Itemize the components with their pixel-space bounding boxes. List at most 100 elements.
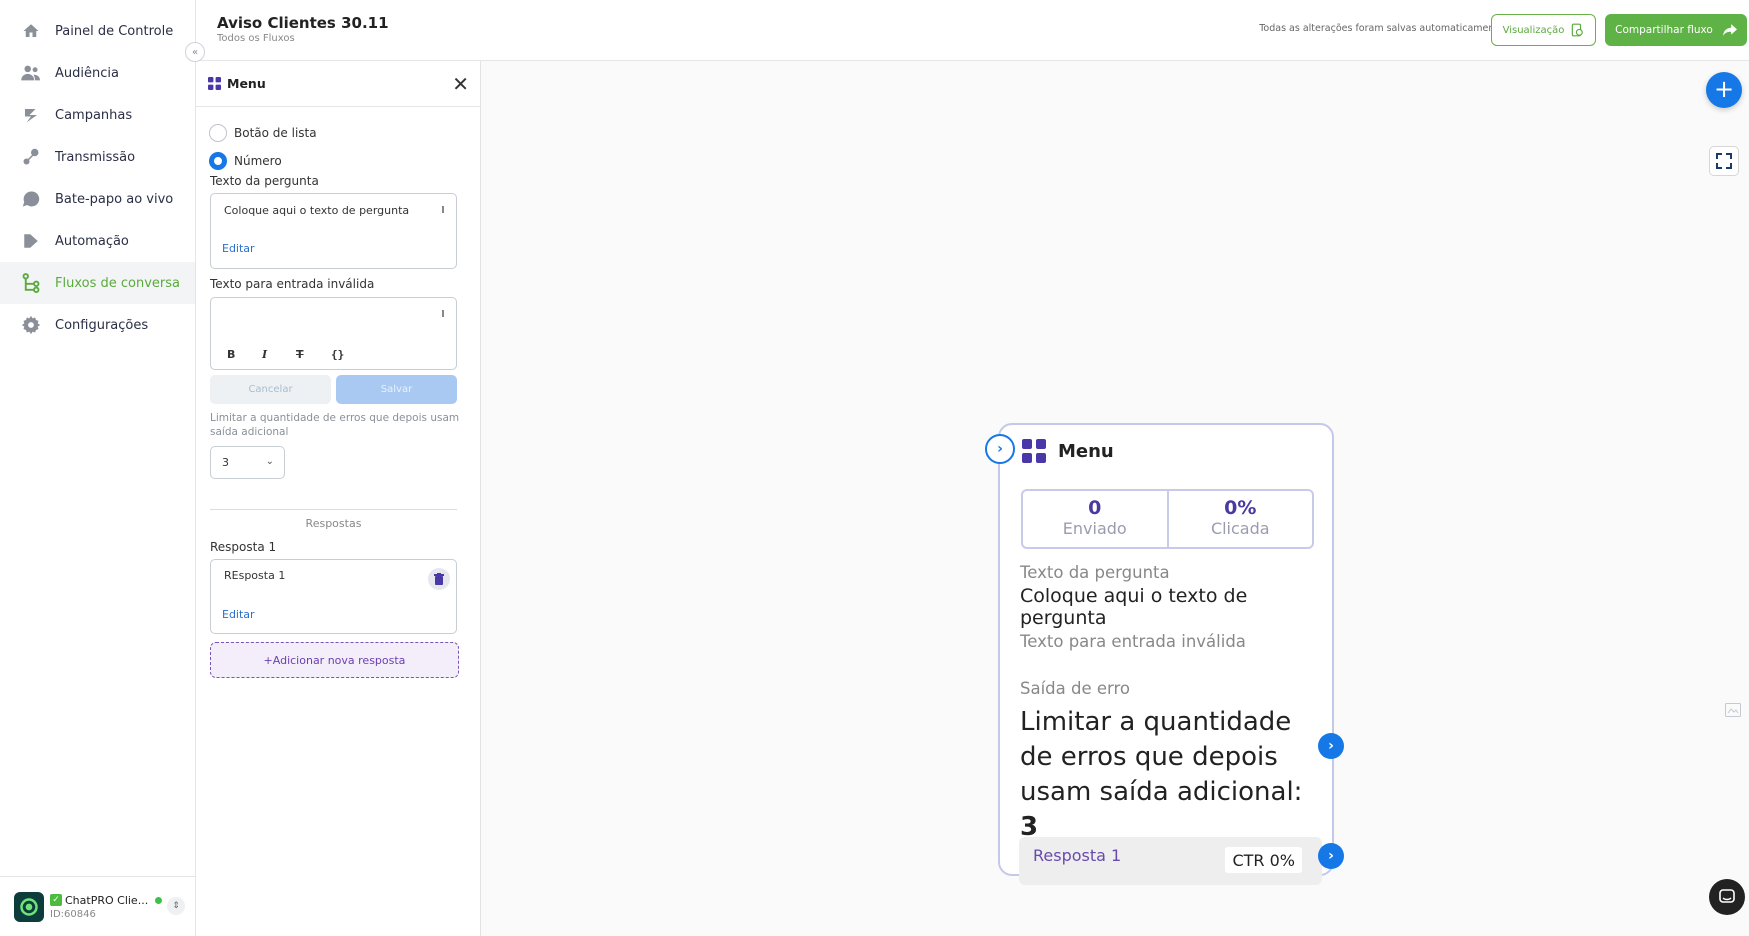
node-input-connector[interactable]: ›: [985, 434, 1015, 464]
chat-bubble-icon: [20, 188, 42, 210]
breadcrumb[interactable]: Todos os Fluxos: [217, 33, 295, 44]
chat-icon: [1719, 889, 1735, 903]
sidebar-item-automation[interactable]: Automação: [0, 220, 195, 262]
menu-node-card[interactable]: › Menu 0 Enviado 0% Clicada Texto da per…: [985, 423, 1344, 885]
response-output-connector[interactable]: ›: [1318, 843, 1344, 869]
broadcast-icon: [20, 146, 42, 168]
users-icon: [20, 62, 42, 84]
error-limit-value: 3: [222, 456, 229, 469]
automation-icon: [20, 230, 42, 252]
close-icon[interactable]: ✕: [452, 74, 469, 94]
add-node-button[interactable]: +: [1706, 72, 1742, 108]
share-icon: [1722, 24, 1737, 36]
sidebar-item-label: Fluxos de conversa: [55, 275, 180, 291]
node-invalid-label: Texto para entrada inválida: [1020, 632, 1246, 651]
node-response-row: Resposta 1 CTR 0%: [1019, 837, 1322, 885]
menu-grid-icon: [1022, 439, 1046, 463]
question-text-field[interactable]: Coloque aqui o texto de pergunta Editar: [210, 193, 457, 269]
question-text-label: Texto da pergunta: [210, 174, 319, 188]
edit-answer-link[interactable]: Editar: [222, 608, 255, 621]
add-answer-button[interactable]: +Adicionar nova resposta: [210, 642, 459, 678]
node-error-text: Limitar a quantidade de erros que depois…: [1020, 705, 1320, 845]
expand-icon: [1716, 153, 1732, 169]
avatar: [14, 891, 44, 922]
panel-title: Menu: [227, 76, 266, 91]
sidebar-item-campaigns[interactable]: Campanhas: [0, 94, 195, 136]
clicked-rate: 0%: [1224, 497, 1257, 519]
question-text-value: Coloque aqui o texto de pergunta: [224, 204, 410, 217]
divider: [210, 509, 457, 510]
invalid-input-field[interactable]: B I T {}: [210, 297, 457, 370]
sidebar-item-label: Painel de Controle: [55, 23, 174, 39]
error-limit-select[interactable]: 3 ⌄: [210, 446, 285, 479]
sidebar-item-label: Bate-papo ao vivo: [55, 191, 174, 207]
flow-icon: [20, 272, 42, 294]
bold-icon[interactable]: B: [227, 348, 235, 361]
answers-section-label: Respostas: [305, 517, 362, 530]
strikethrough-icon[interactable]: T: [296, 348, 304, 361]
answer-1-label: Resposta 1: [210, 540, 277, 554]
sidebar: Painel de Controle Audiência Campanhas T…: [0, 0, 196, 936]
fit-view-button[interactable]: [1709, 146, 1739, 176]
sidebar-item-dashboard[interactable]: Painel de Controle: [0, 10, 195, 52]
sidebar-item-settings[interactable]: Configurações: [0, 304, 195, 346]
sidebar-item-audience[interactable]: Audiência: [0, 52, 195, 94]
more-options-icon[interactable]: [442, 206, 444, 213]
more-options-icon[interactable]: [442, 310, 444, 317]
account-id: ID:60846: [50, 908, 96, 920]
node-stats: 0 Enviado 0% Clicada: [1021, 489, 1314, 549]
gear-icon: [20, 314, 42, 336]
share-flow-button[interactable]: Compartilhar fluxo: [1605, 14, 1747, 46]
account-switcher[interactable]: ✓ ChatPRO Clie... ID:60846 ⇕: [0, 876, 195, 936]
verified-check-icon: ✓: [50, 894, 62, 906]
code-icon[interactable]: {}: [331, 348, 344, 361]
node-question-text: Coloque aqui o texto de pergunta: [1020, 585, 1248, 629]
error-limit-hint: Limitar a quantidade de erros que depois…: [210, 412, 460, 438]
page-title: Aviso Clientes 30.11: [217, 14, 389, 32]
node-title: Menu: [1058, 440, 1114, 462]
radio-circle[interactable]: [209, 152, 227, 170]
support-chat-button[interactable]: [1709, 879, 1745, 915]
sidebar-item-live-chat[interactable]: Bate-papo ao vivo: [0, 178, 195, 220]
sidebar-item-label: Audiência: [55, 65, 119, 81]
radio-number[interactable]: Número: [209, 152, 282, 170]
italic-icon[interactable]: I: [262, 348, 267, 361]
campaign-icon: [20, 104, 42, 126]
preview-button[interactable]: Visualização: [1491, 14, 1596, 46]
autosave-status: Todas as alterações foram salvas automat…: [1259, 23, 1504, 34]
answer-1-value: REsposta 1: [224, 569, 286, 582]
delete-answer-button[interactable]: [428, 568, 450, 590]
sent-label: Enviado: [1062, 519, 1127, 538]
edit-question-link[interactable]: Editar: [222, 242, 255, 255]
minimap-icon[interactable]: [1725, 703, 1741, 717]
trash-icon: [434, 573, 444, 585]
sidebar-item-label: Transmissão: [55, 149, 136, 165]
share-button-label: Compartilhar fluxo: [1615, 24, 1713, 36]
radio-circle[interactable]: [209, 124, 227, 142]
preview-button-label: Visualização: [1502, 24, 1565, 36]
error-output-connector[interactable]: ›: [1318, 733, 1344, 759]
preview-icon: [1572, 23, 1584, 37]
chevron-down-icon: ⌄: [265, 456, 274, 467]
invalid-input-label: Texto para entrada inválida: [210, 277, 375, 291]
flow-canvas[interactable]: + › Menu 0 Enviado 0% Clicada Texto da p…: [481, 61, 1749, 936]
node-editor-panel: Menu ✕ Botão de lista Número Texto da pe…: [196, 61, 481, 936]
online-status-dot: [155, 896, 163, 904]
sidebar-item-label: Configurações: [55, 317, 149, 333]
sidebar-item-broadcast[interactable]: Transmissão: [0, 136, 195, 178]
cancel-button[interactable]: Cancelar: [210, 375, 331, 404]
radio-list-button[interactable]: Botão de lista: [209, 124, 317, 142]
sidebar-item-label: Automação: [55, 233, 129, 249]
radio-label: Número: [234, 154, 282, 168]
sidebar-item-conversation-flows[interactable]: Fluxos de conversa: [0, 262, 195, 304]
node-error-description: Limitar a quantidade de erros que depois…: [1020, 707, 1303, 807]
header: Aviso Clientes 30.11 Todos os Fluxos Tod…: [196, 0, 1749, 61]
account-name: ChatPRO Clie...: [65, 893, 149, 907]
sidebar-item-label: Campanhas: [55, 107, 133, 123]
save-button[interactable]: Salvar: [336, 375, 457, 404]
answer-1-field[interactable]: REsposta 1 Editar: [210, 559, 457, 634]
radio-label: Botão de lista: [234, 126, 317, 140]
collapse-sidebar-icon[interactable]: «: [185, 42, 205, 62]
node-response-label: Resposta 1: [1033, 846, 1122, 865]
account-switch-icon[interactable]: ⇕: [167, 897, 185, 915]
